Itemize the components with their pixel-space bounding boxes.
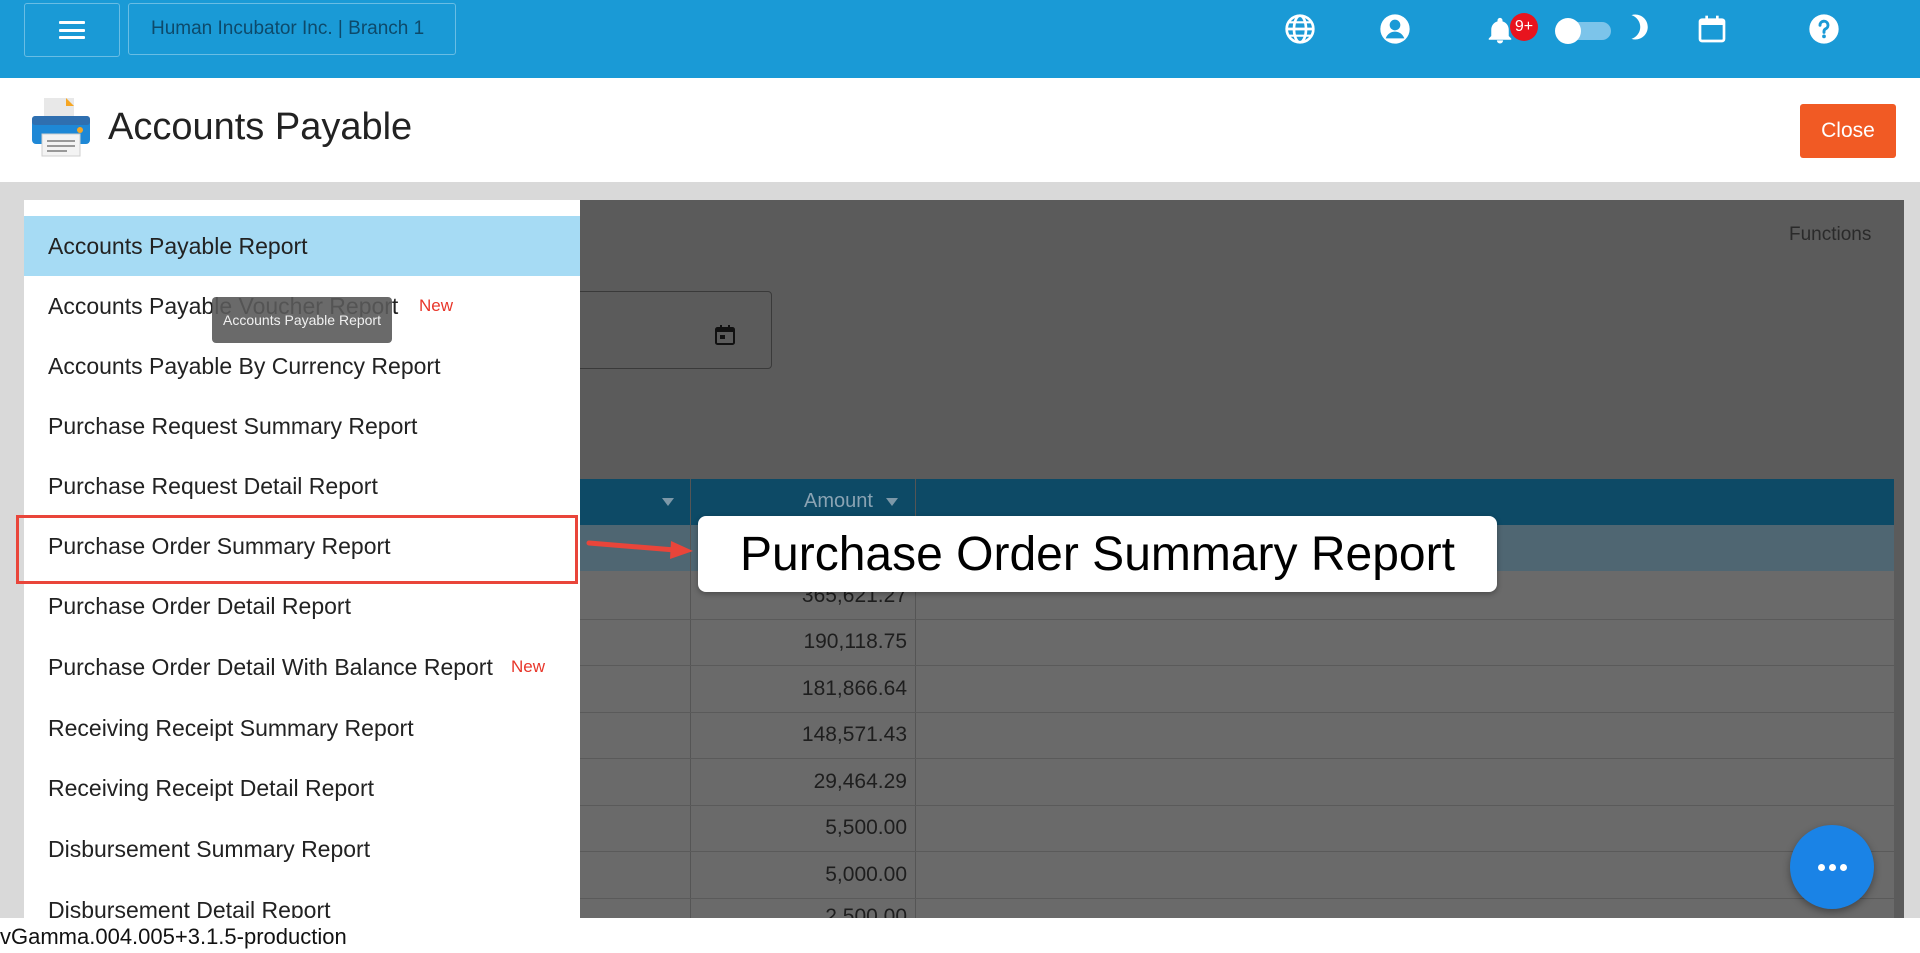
amount-cell: 5,000.00 bbox=[825, 863, 907, 886]
menu-item-label: Accounts Payable By Currency Report bbox=[48, 352, 441, 379]
menu-item-label: Purchase Order Detail With Balance Repor… bbox=[48, 653, 493, 680]
page-header: Accounts Payable Close bbox=[0, 78, 1920, 182]
menu-icon bbox=[59, 21, 85, 39]
menu-item-purchase-order-detail-with-balance-report[interactable]: Purchase Order Detail With Balance Repor… bbox=[24, 637, 580, 697]
new-badge: New bbox=[511, 657, 546, 676]
globe-icon[interactable] bbox=[1283, 12, 1317, 46]
help-icon[interactable] bbox=[1807, 12, 1841, 46]
highlight-box bbox=[16, 515, 578, 584]
menu-item-receiving-receipt-detail-report[interactable]: Receiving Receipt Detail Report bbox=[24, 758, 580, 818]
row-divider bbox=[560, 712, 1894, 713]
calendar-icon[interactable] bbox=[713, 323, 735, 347]
notification-badge: 9+ bbox=[1510, 13, 1538, 41]
menu-item-accounts-payable-report[interactable]: Accounts Payable Report bbox=[24, 216, 580, 276]
menu-item-label: Purchase Request Detail Report bbox=[48, 472, 378, 499]
page-title: Accounts Payable bbox=[108, 106, 413, 148]
callout-label: Purchase Order Summary Report bbox=[698, 516, 1497, 592]
menu-item-disbursement-summary-report[interactable]: Disbursement Summary Report bbox=[24, 819, 580, 879]
close-button[interactable]: Close bbox=[1800, 104, 1896, 158]
menu-item-label: Disbursement Summary Report bbox=[48, 835, 371, 862]
date-field[interactable] bbox=[560, 291, 772, 369]
functions-link[interactable]: Functions bbox=[1789, 224, 1871, 246]
filter-icon[interactable] bbox=[886, 498, 898, 506]
more-actions-button[interactable] bbox=[1790, 825, 1874, 909]
row-divider bbox=[560, 619, 1894, 620]
row-divider bbox=[560, 851, 1894, 852]
amount-cell: 5,500.00 bbox=[825, 816, 907, 839]
menu-item-label: Purchase Request Summary Report bbox=[48, 412, 418, 439]
row-divider bbox=[560, 665, 1894, 666]
dark-mode-toggle[interactable] bbox=[1555, 18, 1613, 44]
menu-item-accounts-payable-by-currency-report[interactable]: Accounts Payable By Currency Report bbox=[24, 336, 580, 396]
branch-label: Human Incubator Inc. | Branch 1 bbox=[151, 18, 425, 39]
branch-selector[interactable]: Human Incubator Inc. | Branch 1 bbox=[128, 3, 456, 55]
amount-cell: 181,866.64 bbox=[801, 677, 907, 700]
version-label: vGamma.004.005+3.1.5-production bbox=[0, 924, 347, 949]
row-divider bbox=[560, 898, 1894, 899]
calendar-icon[interactable] bbox=[1695, 12, 1729, 46]
account-icon[interactable] bbox=[1378, 12, 1412, 46]
tooltip: Accounts Payable Report bbox=[212, 297, 392, 343]
amount-cell: 29,464.29 bbox=[813, 770, 907, 793]
menu-item-label: Accounts Payable Report bbox=[48, 232, 308, 259]
row-divider bbox=[560, 758, 1894, 759]
menu-item-purchase-order-detail-report[interactable]: Purchase Order Detail Report bbox=[24, 576, 580, 636]
menu-item-label: Receiving Receipt Summary Report bbox=[48, 714, 414, 741]
top-app-bar: Human Incubator Inc. | Branch 1 9+ bbox=[0, 0, 1920, 78]
new-badge: New bbox=[419, 296, 454, 315]
amount-column-header[interactable]: Amount bbox=[804, 490, 873, 513]
filter-icon[interactable] bbox=[662, 498, 674, 506]
menu-item-purchase-request-summary-report[interactable]: Purchase Request Summary Report bbox=[24, 396, 580, 456]
amount-cell: 148,571.43 bbox=[801, 723, 907, 746]
printer-icon bbox=[30, 96, 92, 158]
menu-item-label: Disbursement Detail Report bbox=[48, 896, 331, 919]
row-divider bbox=[560, 805, 1894, 806]
amount-cell: 190,118.75 bbox=[803, 630, 907, 653]
more-horizontal-icon bbox=[1816, 858, 1849, 876]
menu-item-label: Receiving Receipt Detail Report bbox=[48, 774, 374, 801]
menu-item-disbursement-detail-report[interactable]: Disbursement Detail Report bbox=[24, 880, 580, 919]
menu-item-label: Purchase Order Detail Report bbox=[48, 592, 351, 619]
moon-icon bbox=[1622, 10, 1656, 44]
arrow-icon bbox=[586, 540, 693, 559]
menu-item-purchase-request-detail-report[interactable]: Purchase Request Detail Report bbox=[24, 456, 580, 516]
menu-button[interactable] bbox=[24, 3, 120, 57]
menu-item-receiving-receipt-summary-report[interactable]: Receiving Receipt Summary Report bbox=[24, 698, 580, 758]
